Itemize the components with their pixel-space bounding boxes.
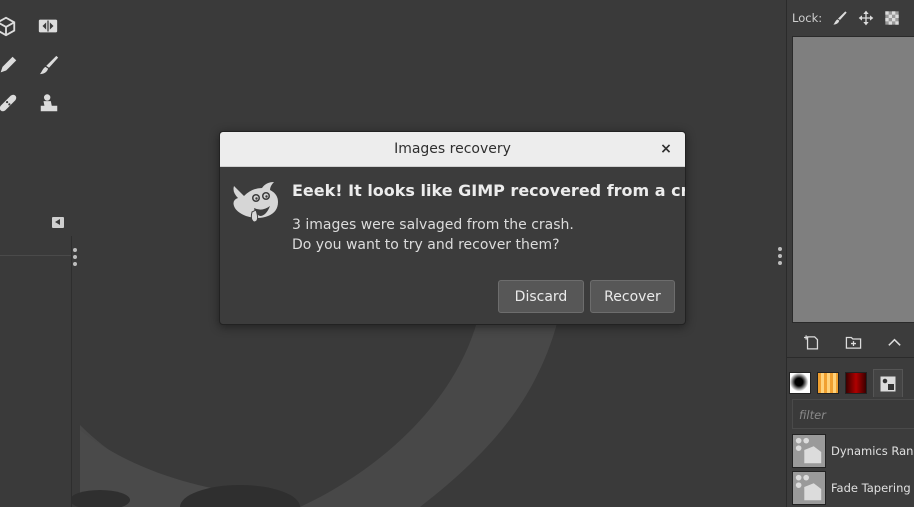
close-icon[interactable]: × bbox=[657, 140, 675, 158]
left-dock-panel bbox=[0, 236, 72, 507]
wilber-icon bbox=[233, 182, 278, 223]
list-item[interactable]: Fade Tapering bbox=[792, 470, 914, 506]
move-lock-icon[interactable] bbox=[858, 10, 874, 26]
brushes-tabs bbox=[789, 369, 903, 397]
brush-name: Fade Tapering bbox=[831, 481, 911, 495]
paintbrush-icon[interactable] bbox=[35, 51, 63, 79]
flip-icon[interactable] bbox=[34, 12, 62, 40]
pattern-tab-icon[interactable] bbox=[817, 372, 839, 394]
left-grip-handle[interactable] bbox=[73, 248, 77, 266]
new-layer-group-icon[interactable] bbox=[845, 334, 862, 351]
dialog-title: Images recovery bbox=[394, 141, 511, 157]
raise-layer-icon[interactable] bbox=[886, 334, 903, 351]
heal-icon[interactable] bbox=[0, 89, 22, 117]
discard-button[interactable]: Discard bbox=[498, 280, 584, 313]
3d-transform-icon[interactable] bbox=[0, 12, 20, 40]
right-dock: Lock: filter Dynamics Random Fade Taperi… bbox=[786, 0, 914, 507]
dialog-headline: Eeek! It looks like GIMP recovered from … bbox=[292, 181, 686, 200]
pencil-icon[interactable] bbox=[0, 51, 22, 79]
alpha-lock-icon[interactable] bbox=[884, 10, 900, 26]
brush-name: Dynamics Random bbox=[831, 444, 914, 458]
right-grip-handle[interactable] bbox=[778, 247, 782, 265]
brush-thumbnail bbox=[792, 434, 826, 468]
layer-buttons bbox=[792, 328, 914, 356]
paintbrush-lock-icon[interactable] bbox=[832, 10, 848, 26]
list-item[interactable]: Dynamics Random bbox=[792, 433, 914, 469]
clone-icon[interactable] bbox=[35, 89, 63, 117]
dialog-titlebar[interactable]: Images recovery × bbox=[220, 132, 685, 167]
gradient-tab-icon[interactable] bbox=[845, 372, 867, 394]
new-layer-icon[interactable] bbox=[804, 334, 821, 351]
brush-tab-icon[interactable] bbox=[789, 372, 811, 394]
dock-collapse-icon[interactable] bbox=[52, 217, 64, 228]
recover-button[interactable]: Recover bbox=[590, 280, 675, 313]
lock-label: Lock: bbox=[792, 11, 823, 25]
brush-thumbnail bbox=[792, 471, 826, 505]
dialog-message: 3 images were salvaged from the crash. D… bbox=[292, 217, 574, 253]
paint-dynamics-tab-icon[interactable] bbox=[873, 369, 903, 397]
images-recovery-dialog: Images recovery × Eeek! It looks like GI… bbox=[219, 131, 686, 325]
layers-list[interactable] bbox=[792, 36, 914, 323]
filter-input[interactable]: filter bbox=[792, 399, 914, 429]
lock-row: Lock: bbox=[792, 8, 900, 28]
